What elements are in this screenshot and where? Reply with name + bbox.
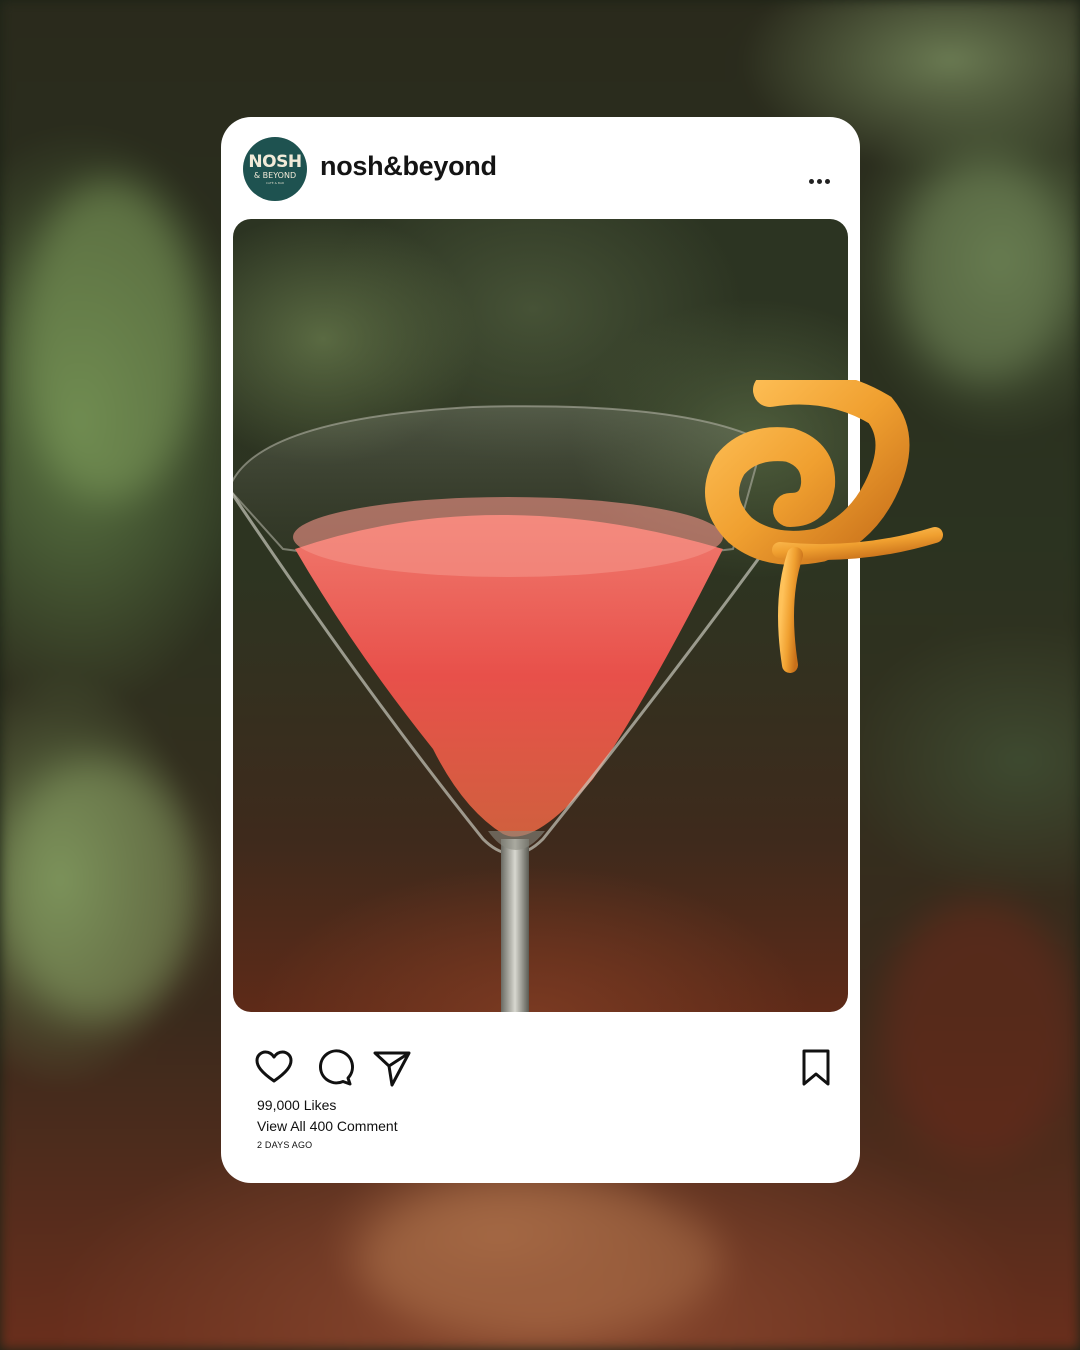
username[interactable]: nosh&beyond	[320, 151, 497, 182]
avatar[interactable]: NOSH & BEYOND CAFÉ & BAR	[243, 137, 307, 201]
comment-icon[interactable]	[313, 1047, 355, 1089]
bookmark-icon[interactable]	[795, 1047, 837, 1089]
post-timestamp: 2 DAYS AGO	[257, 1140, 313, 1150]
heart-icon[interactable]	[253, 1047, 295, 1089]
likes-count[interactable]: 99,000 Likes	[257, 1097, 336, 1113]
avatar-logo-subtext: & BEYOND	[253, 170, 297, 180]
avatar-logo-tagline: CAFÉ & BAR	[265, 180, 285, 185]
orange-peel-garnish	[705, 380, 943, 673]
avatar-logo-text: NOSH	[248, 151, 302, 172]
more-horizontal-icon[interactable]	[805, 172, 833, 190]
post-header: NOSH & BEYOND CAFÉ & BAR nosh&beyond	[221, 117, 860, 217]
post-actions	[221, 1047, 860, 1091]
send-icon[interactable]	[371, 1047, 413, 1089]
view-comments-link[interactable]: View All 400 Comment	[257, 1118, 398, 1134]
